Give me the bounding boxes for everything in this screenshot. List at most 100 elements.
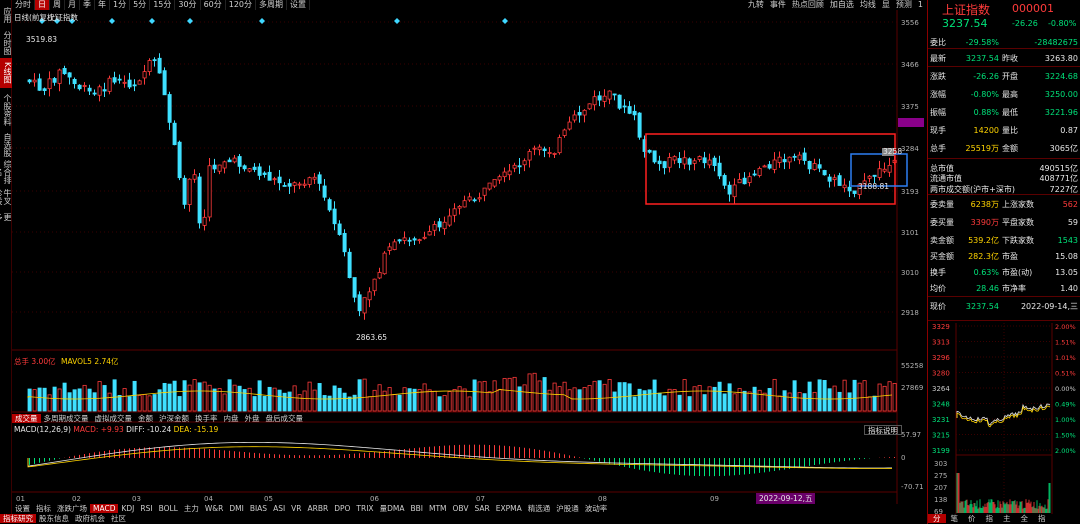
period-tab[interactable]: 15分 — [150, 0, 176, 10]
period-tab[interactable]: 设置 — [287, 0, 311, 10]
candle-body — [347, 251, 352, 279]
indicator-tab[interactable]: MTM — [426, 504, 450, 513]
period-tab[interactable]: 季 — [80, 0, 95, 10]
volume-bar — [327, 395, 332, 412]
indicator-tab[interactable]: 精选通 — [525, 504, 554, 513]
left-nav-item[interactable]: 分时图 — [0, 30, 12, 56]
top-tool-button[interactable]: 1 — [915, 0, 926, 10]
volume-sub-tab[interactable]: 虚拟成交量 — [92, 414, 136, 423]
bottom-nav-tab[interactable]: 政府机会 — [72, 514, 108, 523]
mini-right-axis-label: 1.00% — [1055, 416, 1076, 424]
left-nav-item[interactable]: 牛叉诊股 — [0, 186, 12, 208]
indicator-tab[interactable]: 波动率 — [582, 504, 611, 513]
indicator-help-button[interactable]: 指标说明 — [864, 425, 902, 435]
top-tool-button[interactable]: 均线 — [857, 0, 879, 10]
indicator-tab[interactable]: 量DMA — [377, 504, 408, 513]
volume-bar — [162, 382, 167, 412]
indicator-tab[interactable]: ARBR — [305, 504, 332, 513]
indicator-tab[interactable]: BBI — [407, 504, 426, 513]
top-tools: 九转 事件 热点回顾 加自选 均线显预测 1 — [745, 0, 926, 10]
quote-row-value2: 3224.68 — [1044, 72, 1078, 81]
event-marker-icon[interactable] — [187, 18, 193, 24]
indicator-tab[interactable]: KDJ — [118, 504, 137, 513]
top-tool-button[interactable]: 热点回顾 — [789, 0, 827, 10]
volume-sub-tab[interactable]: 换手率 — [192, 414, 221, 423]
period-tab[interactable]: 分时 — [12, 0, 35, 10]
indicator-tab[interactable]: VR — [288, 504, 304, 513]
indicator-tab[interactable]: BOLL — [156, 504, 181, 513]
indicator-tab[interactable]: 设置 — [12, 504, 33, 513]
volume-bar — [142, 393, 147, 412]
volume-bar — [837, 391, 842, 412]
indicator-tab[interactable]: EXPMA — [493, 504, 525, 513]
indicator-tab[interactable]: MACD — [90, 504, 119, 513]
indicator-tab[interactable]: DPO — [331, 504, 353, 513]
top-tool-button[interactable]: 预测 — [893, 0, 915, 10]
period-tab[interactable]: 60分 — [201, 0, 226, 10]
indicator-tab[interactable]: RSI — [137, 504, 155, 513]
quote-bottom-tab[interactable]: 主 — [998, 514, 1016, 523]
quote-row-label: 最新 — [930, 54, 946, 63]
indicator-tab[interactable]: 涨跌广场 — [54, 504, 90, 513]
event-marker-icon[interactable] — [109, 18, 115, 24]
indicator-tab[interactable]: 主力 — [181, 504, 202, 513]
top-tool-button[interactable]: 显 — [879, 0, 893, 10]
quote-bottom-tab[interactable]: 全 — [1016, 514, 1034, 523]
volume-sub-tab[interactable]: 多周期成交量 — [41, 414, 92, 423]
period-tab[interactable]: 5分 — [130, 0, 151, 10]
indicator-tab[interactable]: 沪股通 — [553, 504, 582, 513]
left-nav-item[interactable]: 自选股 — [0, 132, 12, 158]
indicator-tab[interactable]: OBV — [450, 504, 472, 513]
candle-body — [547, 152, 552, 154]
period-tab[interactable]: 日 — [35, 0, 50, 10]
volume-sub-tab[interactable]: 成交量 — [12, 414, 41, 423]
mid-right-annotation: 3258 — [883, 147, 903, 156]
period-tab[interactable]: 1分 — [110, 0, 131, 10]
period-tab[interactable]: 120分 — [226, 0, 257, 10]
indicator-tab[interactable]: 指标 — [33, 504, 54, 513]
indicator-tab[interactable]: ASI — [270, 504, 288, 513]
left-nav-item[interactable]: 综合排名 — [0, 160, 12, 184]
left-nav-item[interactable]: K线图 — [0, 58, 12, 88]
candle-body — [837, 175, 842, 186]
kline-chart[interactable]: 3556346633753339328431933101301029185525… — [12, 10, 926, 514]
indicator-tab[interactable]: W&R — [202, 504, 226, 513]
indicator-tab[interactable]: BIAS — [247, 504, 270, 513]
quote-bottom-tab[interactable]: 价 — [963, 514, 981, 523]
quote-bottom-tab[interactable]: 分 — [928, 514, 946, 523]
top-tool-button[interactable]: 九转 — [745, 0, 767, 10]
quote-bottom-tab[interactable]: 笔 — [946, 514, 964, 523]
top-tool-button[interactable]: 事件 — [767, 0, 789, 10]
volume-sub-tab[interactable]: 盘后成交量 — [263, 414, 307, 423]
indicator-tab[interactable]: SAR — [471, 504, 492, 513]
period-tab[interactable]: 多周期 — [256, 0, 288, 10]
top-tool-button[interactable]: 加自选 — [827, 0, 857, 10]
event-marker-icon[interactable] — [394, 18, 400, 24]
quote-row-value: 3237.54 — [965, 302, 999, 311]
bottom-nav-tab[interactable]: 社区 — [108, 514, 129, 523]
bottom-nav-tab[interactable]: 指标研究 — [0, 514, 36, 523]
candle-body — [182, 177, 187, 205]
event-marker-icon[interactable] — [149, 18, 155, 24]
quote-bottom-tab[interactable]: 指 — [981, 514, 999, 523]
event-marker-icon[interactable] — [259, 18, 265, 24]
bottom-nav-tab[interactable]: 股东信息 — [36, 514, 72, 523]
intraday-mini-chart[interactable]: 3329 2.00% 3313 1.51% 3296 1.01% 3280 0.51% 3264… — [928, 323, 1080, 514]
period-tab[interactable]: 月 — [65, 0, 80, 10]
volume-bar — [237, 385, 242, 412]
left-nav-item[interactable]: 个股资料 — [0, 90, 12, 130]
left-nav-item[interactable]: 更多 — [0, 210, 12, 224]
indicator-tab[interactable]: TRIX — [353, 504, 376, 513]
left-nav-item[interactable]: 应用 — [0, 2, 12, 28]
volume-sub-tab[interactable]: 内盘 — [221, 414, 242, 423]
period-tab[interactable]: 周 — [50, 0, 65, 10]
indicator-tab[interactable]: DMI — [226, 504, 246, 513]
candle-body — [442, 221, 447, 230]
volume-sub-tab[interactable]: 外盘 — [242, 414, 263, 423]
period-tab[interactable]: 30分 — [175, 0, 201, 10]
volume-sub-tab[interactable]: 金额 — [135, 414, 156, 423]
event-marker-icon[interactable] — [502, 18, 508, 24]
quote-bottom-tab[interactable]: 指 — [1033, 514, 1051, 523]
volume-sub-tab[interactable]: 沪深金额 — [156, 414, 192, 423]
period-tab[interactable]: 年 — [95, 0, 110, 10]
